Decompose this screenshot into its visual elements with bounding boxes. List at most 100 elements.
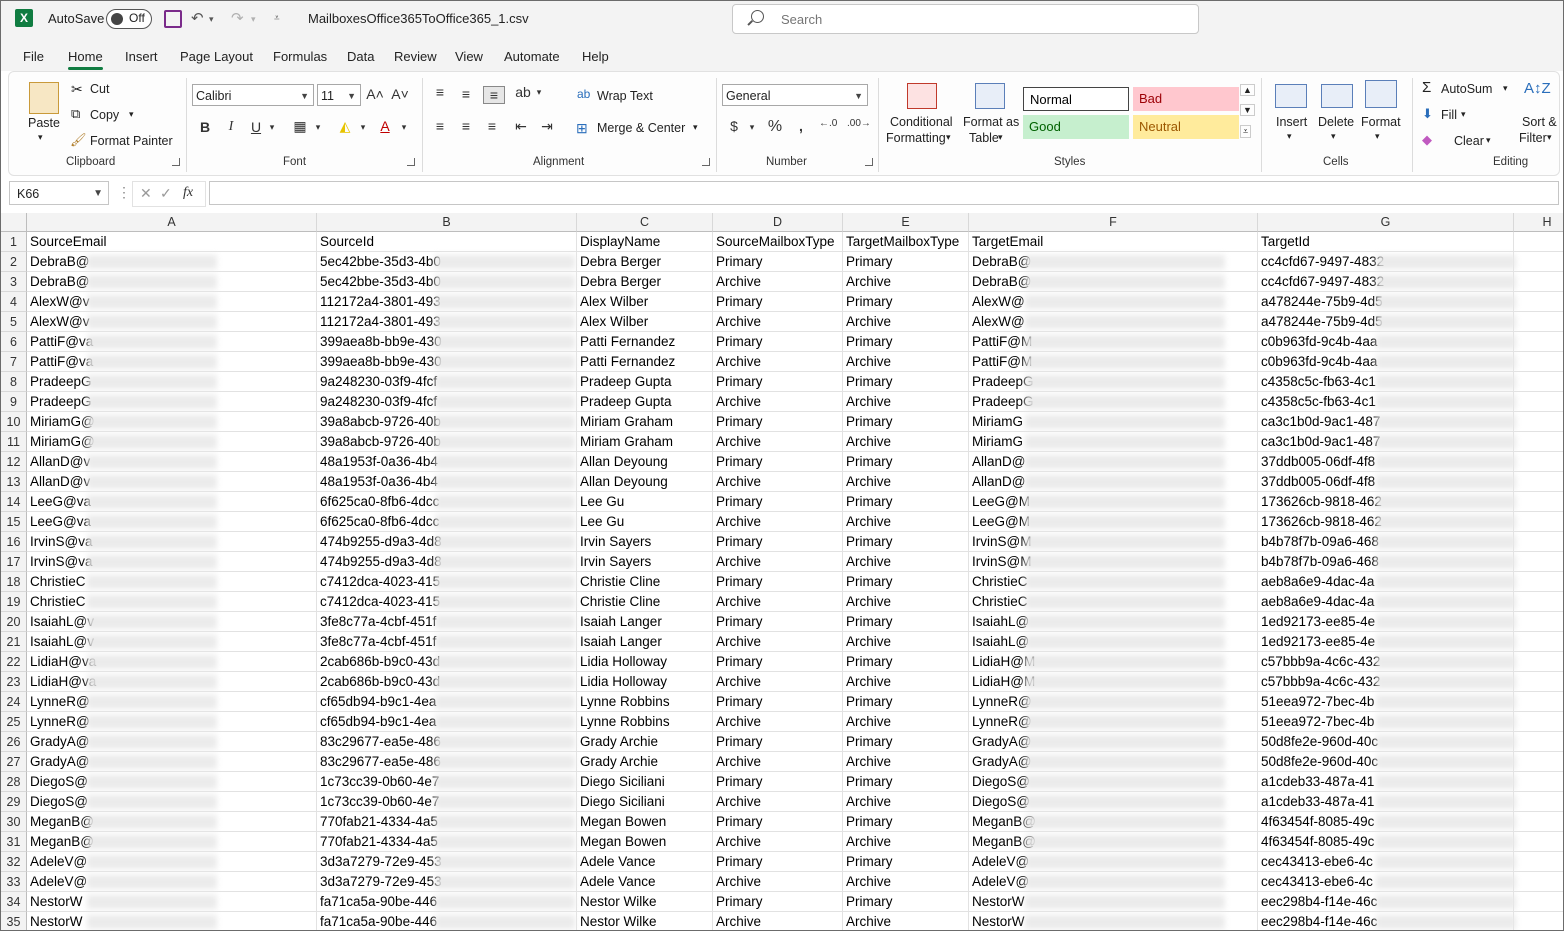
table-cell[interactable]: Archive [713, 712, 843, 732]
tab-insert[interactable]: Insert [125, 49, 158, 64]
table-cell[interactable]: Archive [713, 312, 843, 332]
autosum-button[interactable]: AutoSum [1441, 82, 1492, 96]
column-header-a[interactable]: A [27, 213, 317, 232]
wrap-text-button[interactable]: Wrap Text [597, 89, 653, 103]
table-cell[interactable]: Isaiah Langer [577, 632, 713, 652]
table-cell[interactable]: Archive [713, 472, 843, 492]
table-cell[interactable] [1514, 312, 1563, 332]
table-cell[interactable]: Primary [843, 332, 969, 352]
number-launcher-icon[interactable] [865, 158, 873, 166]
row-header[interactable]: 31 [1, 832, 27, 852]
table-cell[interactable]: Alex Wilber [577, 312, 713, 332]
table-cell[interactable]: Archive [713, 872, 843, 892]
row-header[interactable]: 21 [1, 632, 27, 652]
table-cell[interactable]: Primary [843, 892, 969, 912]
table-cell[interactable] [1514, 772, 1563, 792]
row-header[interactable]: 32 [1, 852, 27, 872]
table-cell[interactable]: Archive [843, 912, 969, 930]
conditional-formatting-label1[interactable]: Conditional [890, 115, 953, 129]
tab-page-layout[interactable]: Page Layout [180, 49, 253, 64]
row-header[interactable]: 7 [1, 352, 27, 372]
row-header[interactable]: 20 [1, 612, 27, 632]
table-cell[interactable]: Primary [843, 292, 969, 312]
table-cell[interactable] [1514, 392, 1563, 412]
table-cell[interactable]: Nestor Wilke [577, 912, 713, 930]
table-cell[interactable]: Megan Bowen [577, 812, 713, 832]
row-header[interactable]: 34 [1, 892, 27, 912]
format-dropdown-icon[interactable]: ▾ [1375, 131, 1380, 142]
cut-button[interactable]: Cut [90, 82, 109, 96]
row-header[interactable]: 27 [1, 752, 27, 772]
row-header[interactable]: 14 [1, 492, 27, 512]
percent-icon[interactable]: % [766, 118, 784, 136]
header-cell[interactable]: SourceEmail [27, 232, 317, 252]
table-cell[interactable]: Archive [843, 632, 969, 652]
table-cell[interactable] [1514, 612, 1563, 632]
header-cell[interactable]: SourceId [317, 232, 577, 252]
table-cell[interactable]: Primary [713, 292, 843, 312]
table-cell[interactable]: Primary [713, 452, 843, 472]
table-cell[interactable]: Isaiah Langer [577, 612, 713, 632]
row-header[interactable]: 9 [1, 392, 27, 412]
table-cell[interactable] [1514, 592, 1563, 612]
tab-data[interactable]: Data [347, 49, 374, 64]
table-cell[interactable]: Archive [713, 512, 843, 532]
table-cell[interactable] [1514, 472, 1563, 492]
borders-icon[interactable]: ▦ [291, 118, 309, 135]
header-cell[interactable]: SourceMailboxType [713, 232, 843, 252]
format-as-table-label2[interactable]: Table [969, 131, 999, 145]
merge-dropdown-icon[interactable]: ▾ [693, 122, 698, 133]
format-as-table-dropdown-icon[interactable]: ▾ [998, 132, 1003, 143]
table-cell[interactable]: Irvin Sayers [577, 532, 713, 552]
table-cell[interactable]: Miriam Graham [577, 432, 713, 452]
table-cell[interactable]: Archive [843, 752, 969, 772]
table-cell[interactable] [1514, 372, 1563, 392]
conditional-formatting-label2[interactable]: Formatting [886, 131, 946, 145]
table-cell[interactable]: Archive [713, 272, 843, 292]
table-cell[interactable]: Megan Bowen [577, 832, 713, 852]
delete-cells-button[interactable]: Delete [1318, 115, 1354, 129]
table-cell[interactable]: Primary [843, 532, 969, 552]
table-cell[interactable]: Pradeep Gupta [577, 392, 713, 412]
header-cell[interactable]: DisplayName [577, 232, 713, 252]
row-header[interactable]: 13 [1, 472, 27, 492]
decrease-font-icon[interactable]: A˅ [391, 86, 409, 102]
tab-help[interactable]: Help [582, 49, 609, 64]
table-cell[interactable]: Patti Fernandez [577, 332, 713, 352]
style-bad[interactable]: Bad [1133, 87, 1239, 111]
align-right-icon[interactable]: ≡ [483, 118, 501, 134]
table-cell[interactable]: Primary [713, 532, 843, 552]
bold-icon[interactable]: B [196, 119, 214, 135]
fill-button[interactable]: Fill [1441, 108, 1457, 122]
align-bottom-icon[interactable]: ≡ [483, 86, 505, 104]
row-header[interactable]: 22 [1, 652, 27, 672]
sort-filter-label2[interactable]: Filter [1519, 131, 1547, 145]
row-header[interactable]: 19 [1, 592, 27, 612]
column-header-d[interactable]: D [713, 213, 843, 232]
redo-dropdown-icon[interactable]: ▾ [251, 14, 256, 25]
table-cell[interactable] [1514, 552, 1563, 572]
row-header[interactable]: 1 [1, 232, 27, 252]
paste-button[interactable]: Paste [28, 116, 60, 130]
column-header-c[interactable]: C [577, 213, 713, 232]
table-cell[interactable]: Lidia Holloway [577, 672, 713, 692]
currency-icon[interactable]: $ [725, 118, 743, 134]
tab-review[interactable]: Review [394, 49, 437, 64]
column-header-b[interactable]: B [317, 213, 577, 232]
header-cell[interactable]: TargetEmail [969, 232, 1258, 252]
style-good[interactable]: Good [1023, 115, 1129, 139]
table-cell[interactable]: Primary [713, 692, 843, 712]
font-family-select[interactable]: Calibri ▼ [192, 84, 314, 106]
row-header[interactable]: 16 [1, 532, 27, 552]
style-neutral[interactable]: Neutral [1133, 115, 1239, 139]
formula-input[interactable] [209, 181, 1559, 205]
enter-icon[interactable]: ✓ [160, 185, 172, 202]
table-cell[interactable] [1514, 832, 1563, 852]
table-cell[interactable] [1514, 892, 1563, 912]
orientation-dropdown-icon[interactable]: ▾ [530, 87, 548, 98]
table-cell[interactable]: Irvin Sayers [577, 552, 713, 572]
table-cell[interactable]: Primary [843, 772, 969, 792]
increase-indent-icon[interactable]: ⇥ [538, 118, 556, 135]
table-cell[interactable]: Archive [843, 472, 969, 492]
merge-center-button[interactable]: Merge & Center [597, 121, 685, 135]
